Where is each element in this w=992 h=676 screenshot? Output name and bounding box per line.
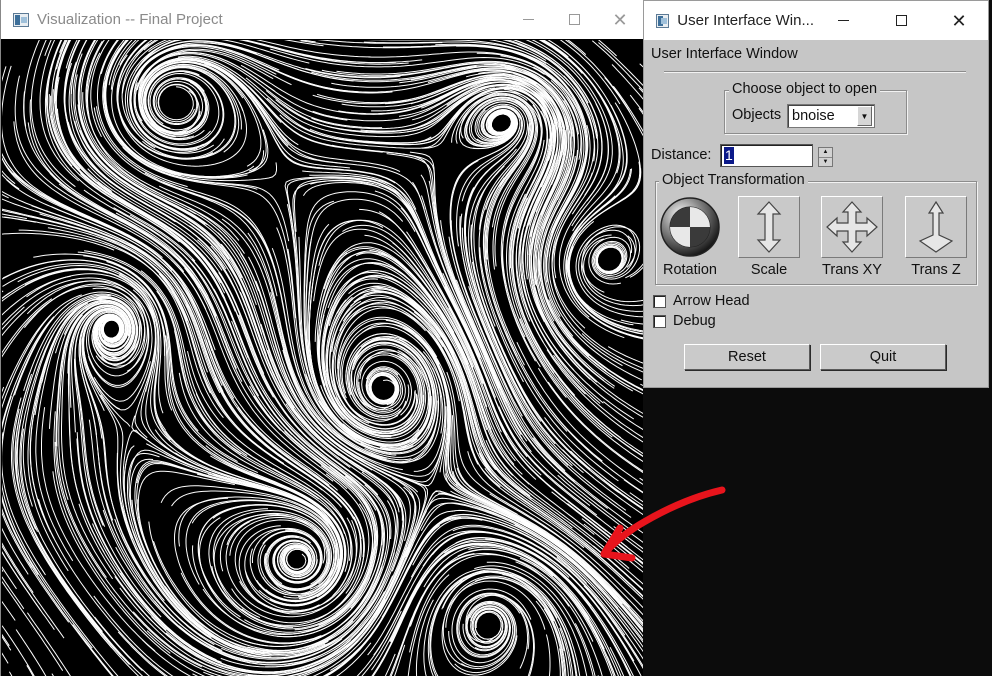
- ui-titlebar[interactable]: User Interface Win... ✕: [644, 1, 988, 40]
- maximize-icon: [568, 14, 580, 25]
- streamline: [316, 73, 566, 130]
- objects-select[interactable]: bnoise ▼: [787, 104, 875, 128]
- arrow-head-label: Arrow Head: [673, 293, 750, 309]
- objects-label: Objects: [732, 107, 782, 123]
- minimize-icon: [522, 19, 534, 20]
- streamline: [26, 612, 71, 676]
- streamline: [581, 226, 641, 293]
- move-z-icon: [918, 200, 954, 253]
- streamlines: [2, 40, 643, 676]
- scale-tool[interactable]: Scale: [737, 196, 801, 278]
- debug-checkbox[interactable]: [653, 314, 666, 328]
- flow-visualization-canvas[interactable]: [2, 40, 643, 676]
- rotation-tool[interactable]: Rotation: [658, 196, 722, 278]
- streamline: [15, 629, 47, 676]
- spinner-up-icon[interactable]: ▲: [819, 148, 832, 158]
- close-icon: ✕: [612, 9, 628, 30]
- close-icon: ✕: [951, 10, 967, 31]
- object-transformation-legend: Object Transformation: [659, 172, 808, 188]
- scale-button[interactable]: [738, 196, 800, 258]
- choose-object-legend: Choose object to open: [729, 81, 881, 97]
- desktop: Visualization -- Final Project ✕ User In…: [0, 0, 992, 676]
- trans-xy-button[interactable]: [821, 196, 883, 258]
- streamline: [620, 319, 643, 325]
- quit-button[interactable]: Quit: [820, 344, 946, 370]
- streamline: [607, 346, 643, 364]
- streamline: [26, 665, 34, 676]
- trans-xy-tool[interactable]: Trans XY: [820, 196, 884, 278]
- viz-minimize-button[interactable]: [505, 0, 551, 39]
- ui-minimize-button[interactable]: [814, 1, 872, 40]
- minimize-icon: [837, 20, 849, 21]
- distance-value: 1: [724, 147, 734, 164]
- separator: [664, 71, 966, 73]
- debug-label: Debug: [673, 313, 716, 329]
- trans-xy-label: Trans XY: [822, 262, 882, 278]
- streamline: [516, 341, 643, 485]
- spinner-down-icon[interactable]: ▼: [819, 158, 832, 167]
- app-window-icon: [656, 13, 670, 28]
- streamline: [598, 42, 643, 87]
- streamline: [15, 419, 130, 666]
- distance-input[interactable]: 1: [720, 144, 813, 167]
- debug-checkbox-row[interactable]: Debug: [653, 313, 716, 329]
- visualization-window-title: Visualization -- Final Project: [37, 11, 223, 28]
- reset-button[interactable]: Reset: [684, 344, 810, 370]
- red-annotation-arrow-icon: [600, 486, 726, 562]
- streamline: [27, 310, 77, 572]
- user-interface-window: User Interface Win... ✕ User Interface W…: [643, 0, 989, 388]
- streamline: [8, 671, 13, 676]
- objects-select-value: bnoise: [792, 108, 835, 124]
- move-xy-icon: [826, 201, 878, 253]
- viz-close-button[interactable]: ✕: [597, 0, 643, 39]
- arrow-head-checkbox[interactable]: [653, 294, 666, 308]
- window-heading: User Interface Window: [651, 46, 798, 62]
- visualization-titlebar[interactable]: Visualization -- Final Project ✕: [1, 0, 643, 39]
- ui-maximize-button[interactable]: [872, 1, 930, 40]
- distance-label: Distance:: [651, 147, 712, 163]
- streamline: [2, 625, 35, 676]
- scale-arrow-icon: [756, 201, 782, 253]
- trans-z-tool[interactable]: Trans Z: [904, 196, 968, 278]
- streamline: [568, 246, 643, 333]
- viz-maximize-button[interactable]: [551, 0, 597, 39]
- maximize-icon: [895, 15, 907, 26]
- streamline: [451, 588, 532, 664]
- rotation-ball-icon: [660, 197, 720, 257]
- streamline: [545, 634, 551, 676]
- app-window-icon: [13, 12, 29, 27]
- ui-window-title: User Interface Win...: [677, 12, 814, 29]
- ui-close-button[interactable]: ✕: [930, 1, 988, 40]
- scale-label: Scale: [750, 262, 788, 278]
- trans-z-label: Trans Z: [911, 262, 961, 278]
- visualization-window: Visualization -- Final Project ✕: [0, 0, 643, 676]
- ui-body: User Interface Window Choose object to o…: [644, 40, 988, 388]
- distance-spinner[interactable]: ▲ ▼: [818, 147, 833, 167]
- rotation-button[interactable]: [659, 196, 721, 258]
- streamline: [2, 432, 119, 676]
- streamline: [516, 604, 534, 676]
- rotation-label: Rotation: [662, 262, 717, 278]
- dropdown-arrow-icon[interactable]: ▼: [857, 106, 872, 126]
- streamline: [611, 64, 643, 100]
- trans-z-button[interactable]: [905, 196, 967, 258]
- arrow-head-checkbox-row[interactable]: Arrow Head: [653, 293, 750, 309]
- streamline: [117, 631, 167, 676]
- object-transformation-group: Object Transformation Rotation Scale Tra…: [655, 172, 977, 285]
- streamline-plot: [2, 40, 643, 676]
- choose-object-group: Choose object to open Objects bnoise ▼: [724, 81, 907, 134]
- streamline: [44, 40, 52, 57]
- streamline: [394, 644, 406, 676]
